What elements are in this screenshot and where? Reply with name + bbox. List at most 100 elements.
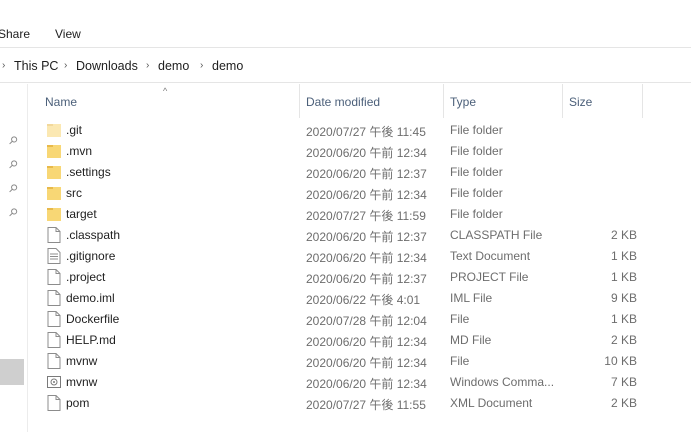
- pin-icon[interactable]: ⚲: [6, 157, 21, 172]
- file-type: XML Document: [450, 396, 533, 410]
- file-name: mvnw: [66, 375, 98, 389]
- file-date-modified: 2020/07/28 午前 12:04: [306, 314, 427, 328]
- breadcrumb-separator[interactable]: ›: [146, 60, 149, 71]
- file-name: .gitignore: [66, 249, 116, 263]
- file-row[interactable]: .mvn 2020/06/20 午前 12:34 File folder: [28, 141, 691, 162]
- file-date-modified: 2020/06/20 午前 12:37: [306, 230, 427, 244]
- file-row[interactable]: .gitignore 2020/06/20 午前 12:34 Text Docume…: [28, 246, 691, 267]
- file-type: PROJECT File: [450, 270, 529, 284]
- folder-icon: [47, 206, 61, 222]
- text-file-icon: [47, 248, 61, 264]
- file-date-modified: 2020/07/27 午後 11:59: [306, 209, 426, 223]
- file-type: File folder: [450, 207, 503, 221]
- file-row[interactable]: target 2020/07/27 午後 11:59 File folder: [28, 204, 691, 225]
- file-icon: [47, 311, 61, 327]
- file-size: 7 KB: [610, 375, 637, 389]
- file-name: .git: [66, 123, 83, 137]
- file-date-modified: 2020/06/20 午前 12:34: [306, 356, 427, 370]
- file-name: Dockerfile: [66, 312, 120, 326]
- breadcrumb-separator: ›: [2, 60, 6, 71]
- file-name: src: [66, 186, 82, 200]
- file-name: HELP.md: [66, 333, 116, 347]
- file-icon: [47, 269, 61, 285]
- file-row[interactable]: src 2020/06/20 午前 12:34 File folder: [28, 183, 691, 204]
- folder-icon: [47, 164, 61, 180]
- column-header-size[interactable]: Size: [563, 84, 643, 118]
- breadcrumb-this-pc[interactable]: This PC: [14, 59, 58, 73]
- file-type: File: [450, 312, 470, 326]
- file-icon: [47, 353, 61, 369]
- file-date-modified: 2020/06/20 午前 12:34: [306, 146, 427, 160]
- file-size: 1 KB: [610, 249, 637, 263]
- file-row[interactable]: Dockerfile 2020/07/28 午前 12:04 File 1 KB: [28, 309, 691, 330]
- file-size: 2 KB: [610, 333, 637, 347]
- file-row[interactable]: .settings 2020/06/20 午前 12:37 File folder: [28, 162, 691, 183]
- breadcrumb-separator[interactable]: ›: [200, 60, 203, 71]
- file-date-modified: 2020/06/20 午前 12:34: [306, 188, 427, 202]
- column-header-type[interactable]: Type: [444, 84, 563, 118]
- file-size: 9 KB: [610, 291, 637, 305]
- file-type: Windows Comma...: [450, 375, 555, 389]
- sort-ascending-icon: ^: [163, 86, 168, 96]
- file-row[interactable]: .classpath 2020/06/20 午前 12:37 CLASSPATH F…: [28, 225, 691, 246]
- file-row[interactable]: .project 2020/06/20 午前 12:37 PROJECT File 1…: [28, 267, 691, 288]
- file-type: CLASSPATH File: [450, 228, 543, 242]
- file-name: target: [66, 207, 97, 221]
- file-name: .settings: [66, 165, 111, 179]
- breadcrumb-downloads[interactable]: Downloads: [76, 59, 138, 73]
- address-bar[interactable]: › This PC › Downloads › demo › demo: [0, 49, 691, 83]
- file-type: File folder: [450, 186, 503, 200]
- pin-icon[interactable]: ⚲: [6, 205, 21, 220]
- file-size: 10 KB: [604, 354, 637, 368]
- column-header-name[interactable]: Name: [39, 84, 300, 118]
- file-icon: [47, 395, 61, 411]
- file-type: File: [450, 354, 470, 368]
- file-name: pom: [66, 396, 90, 410]
- file-type: IML File: [450, 291, 493, 305]
- nav-selected-item[interactable]: [0, 359, 24, 385]
- pin-icon[interactable]: ⚲: [6, 133, 21, 148]
- file-row[interactable]: mvnw 2020/06/20 午前 12:34 File 10 KB: [28, 351, 691, 372]
- breadcrumb-separator[interactable]: ›: [64, 60, 67, 71]
- column-header-date[interactable]: Date modified: [300, 84, 444, 118]
- file-size: 2 KB: [610, 396, 637, 410]
- breadcrumb-demo[interactable]: demo: [158, 59, 189, 73]
- file-date-modified: 2020/07/27 午後 11:55: [306, 398, 426, 412]
- file-size: 2 KB: [610, 228, 637, 242]
- file-type: File folder: [450, 123, 503, 137]
- cmd-file-icon: [47, 374, 61, 390]
- ribbon-tab-view[interactable]: View: [55, 27, 81, 41]
- file-date-modified: 2020/06/20 午前 12:37: [306, 272, 427, 286]
- file-date-modified: 2020/06/20 午前 12:37: [306, 167, 427, 181]
- file-date-modified: 2020/07/27 午後 11:45: [306, 125, 426, 139]
- folder-icon: [47, 143, 61, 159]
- file-size: 1 KB: [610, 270, 637, 284]
- file-date-modified: 2020/06/20 午前 12:34: [306, 335, 427, 349]
- file-row[interactable]: HELP.md 2020/06/20 午前 12:34 MD File 2 KB: [28, 330, 691, 351]
- file-size: 1 KB: [610, 312, 637, 326]
- file-type: File folder: [450, 165, 503, 179]
- file-name: mvnw: [66, 354, 98, 368]
- file-row[interactable]: demo.iml 2020/06/22 午後 4:01 IML File 9 KB: [28, 288, 691, 309]
- file-row[interactable]: mvnw 2020/06/20 午前 12:34 Windows Comma... 7…: [28, 372, 691, 393]
- file-date-modified: 2020/06/20 午前 12:34: [306, 251, 427, 265]
- file-icon: [47, 290, 61, 306]
- breadcrumb-demo-current[interactable]: demo: [212, 59, 243, 73]
- file-name: .mvn: [66, 144, 93, 158]
- file-icon: [47, 332, 61, 348]
- file-type: Text Document: [450, 249, 531, 263]
- file-type: File folder: [450, 144, 503, 158]
- file-type: MD File: [450, 333, 492, 347]
- file-row[interactable]: .git 2020/07/27 午後 11:45 File folder: [28, 120, 691, 141]
- file-name: demo.iml: [66, 291, 115, 305]
- ribbon: Share View: [0, 0, 691, 48]
- ribbon-tab-share[interactable]: Share: [0, 27, 30, 41]
- file-date-modified: 2020/06/20 午前 12:34: [306, 377, 427, 391]
- column-header: Name Date modified Type Size: [28, 84, 691, 118]
- pin-icon[interactable]: ⚲: [6, 181, 21, 196]
- file-name: .classpath: [66, 228, 121, 242]
- file-row[interactable]: pom 2020/07/27 午後 11:55 XML Document 2 KB: [28, 393, 691, 414]
- folder-icon: [47, 185, 61, 201]
- file-date-modified: 2020/06/22 午後 4:01: [306, 293, 421, 307]
- file-name: .project: [66, 270, 106, 284]
